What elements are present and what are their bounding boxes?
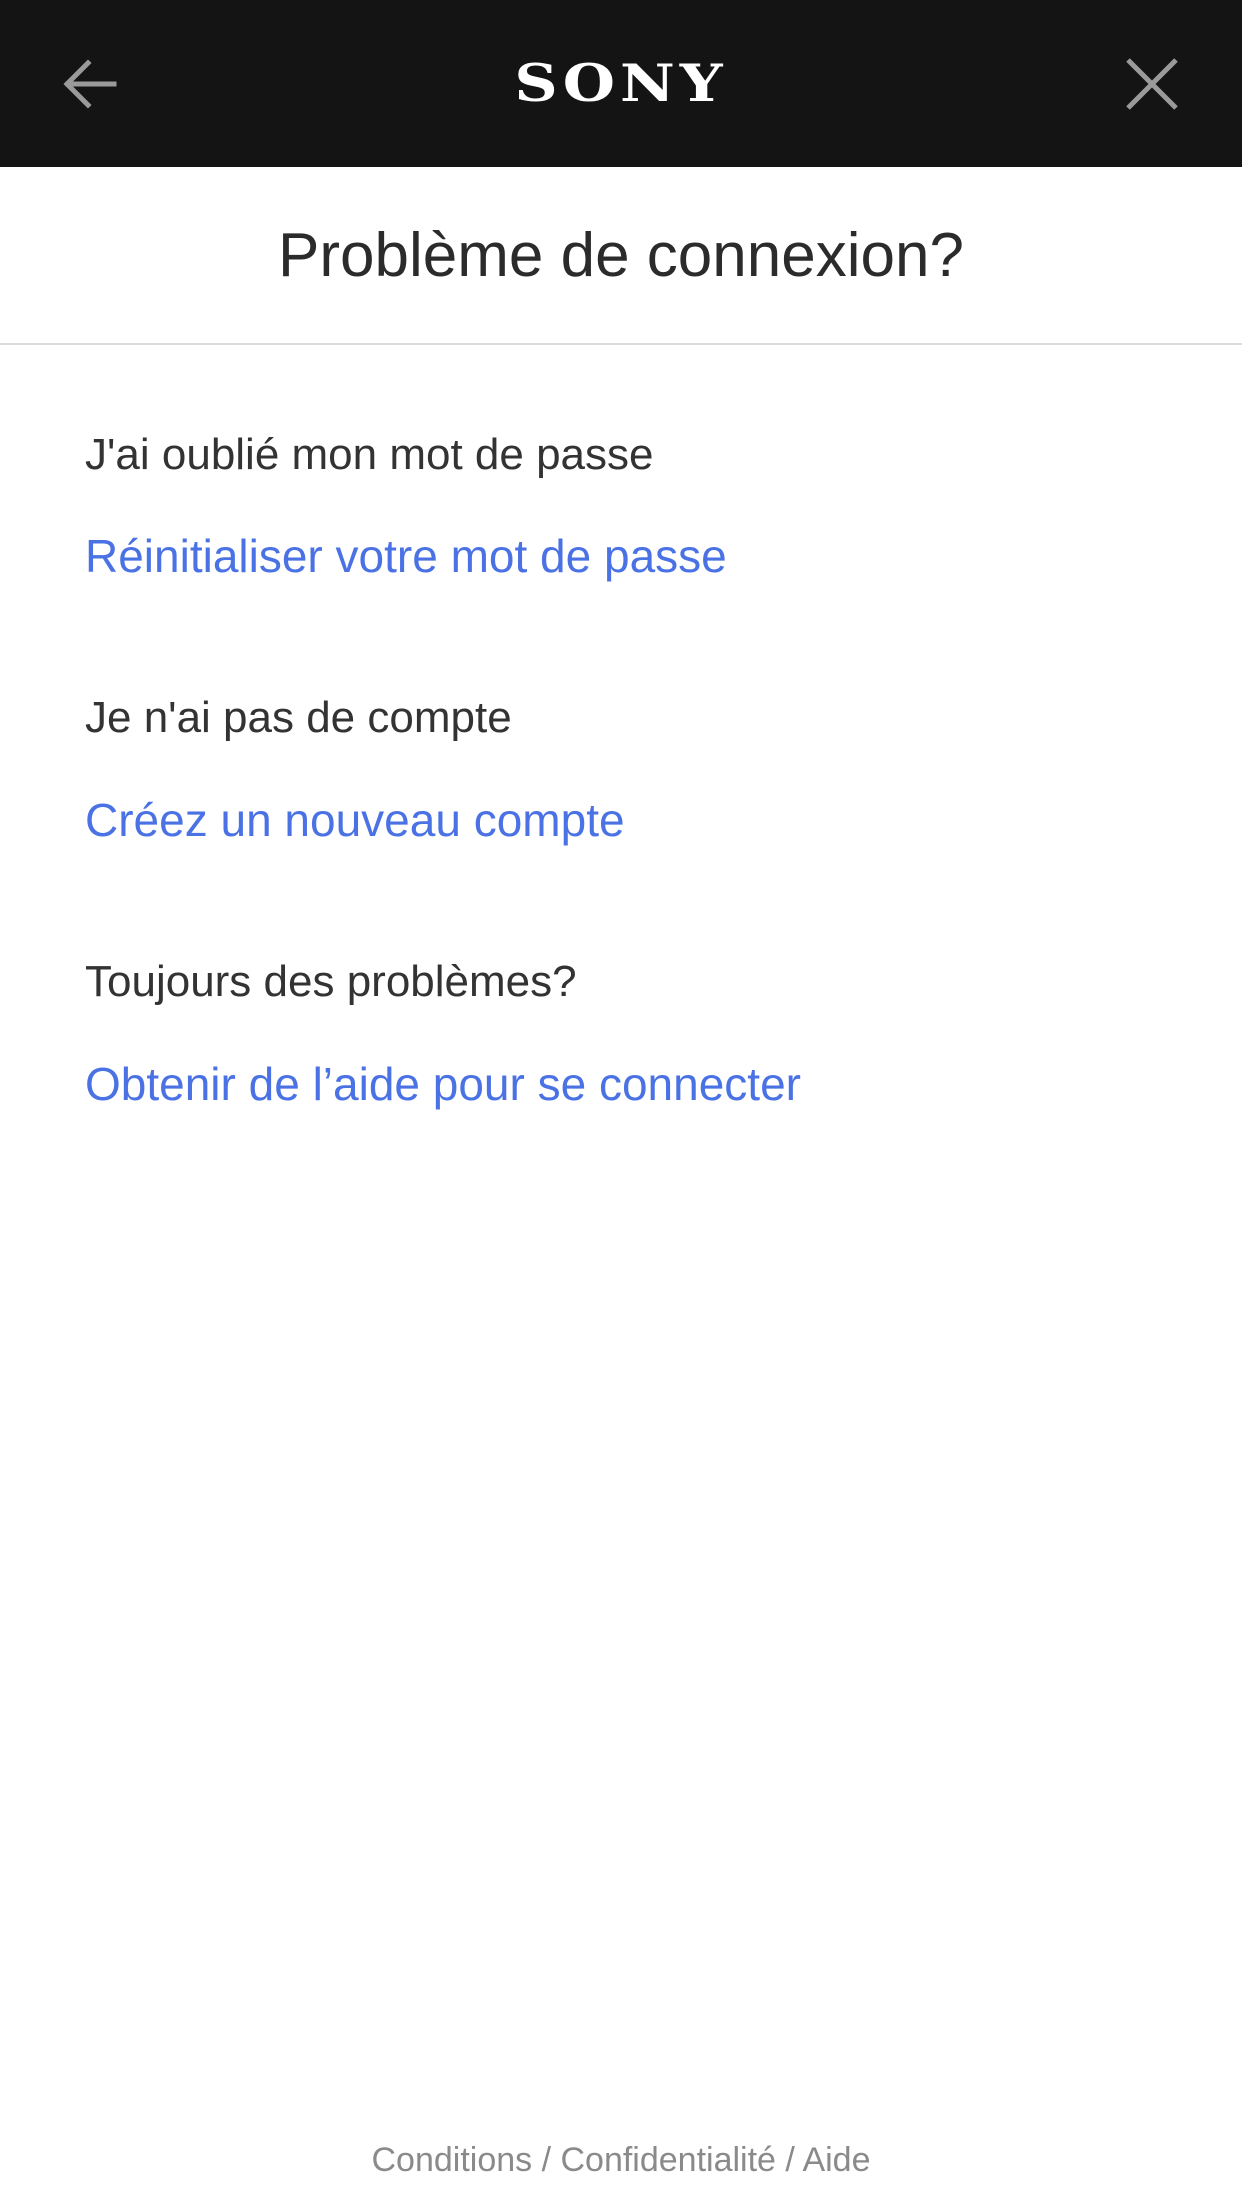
arrow-left-icon [63,59,117,109]
footer: Conditions / Confidentialité / Aide [0,2140,1242,2181]
no-account-label: Je n'ai pas de compte [85,693,512,742]
get-help-link[interactable]: Obtenir de l’aide pour se connecter [85,1057,801,1112]
title-bar: Problème de connexion? [0,167,1242,345]
close-button[interactable] [1107,42,1197,126]
privacy-link[interactable]: Confidentialité [560,2141,775,2179]
logo-text: SONY [514,53,728,114]
help-link[interactable]: Aide [802,2141,870,2179]
create-account-link[interactable]: Créez un nouveau compte [85,793,625,848]
sony-logo: SONY [0,0,1242,167]
terms-link[interactable]: Conditions [371,2141,532,2179]
top-bar: SONY [0,0,1242,167]
still-problems-label: Toujours des problèmes? [85,957,577,1006]
footer-separator: / [532,2141,561,2179]
close-icon [1126,58,1178,110]
reset-password-link[interactable]: Réinitialiser votre mot de passe [85,529,727,584]
back-button[interactable] [45,42,135,126]
forgot-password-label: J'ai oublié mon mot de passe [85,430,654,479]
page-title: Problème de connexion? [278,220,964,290]
footer-separator: / [775,2141,803,2179]
